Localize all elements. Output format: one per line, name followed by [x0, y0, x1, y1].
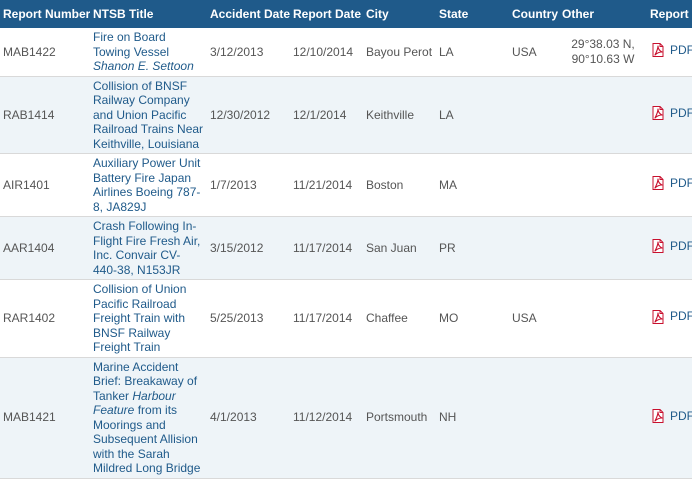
- other-coordinates: [559, 76, 647, 154]
- accident-date: 3/15/2012: [210, 240, 264, 255]
- pdf-link[interactable]: PDF: [650, 175, 692, 191]
- report-number: AIR1401: [3, 177, 50, 192]
- country: [509, 217, 559, 280]
- pdf-link[interactable]: PDF: [650, 105, 692, 121]
- accident-date: 3/12/2013: [210, 44, 264, 59]
- table-row: RAR1402 Collision of Union Pacific Railr…: [0, 280, 692, 358]
- header-report[interactable]: Report: [647, 0, 692, 28]
- report-cell: PDF: [647, 154, 692, 217]
- report-cell: PDF: [647, 357, 692, 478]
- report-date: 11/17/2014: [293, 311, 353, 325]
- country: USA: [512, 44, 537, 59]
- other-coordinates: 29°38.03 N, 90°10.63 W: [559, 28, 647, 76]
- report-date: 11/21/2014: [293, 177, 353, 192]
- city: Chaffee: [366, 311, 408, 325]
- header-other[interactable]: Other: [559, 0, 647, 28]
- pdf-icon: [652, 408, 664, 423]
- report-title-link[interactable]: Marine Accident Brief: Breakaway of Tank…: [90, 357, 207, 478]
- pdf-label: PDF: [670, 309, 692, 324]
- title-main: Collision of Union Pacific Railroad Frei…: [93, 282, 187, 354]
- pdf-label: PDF: [670, 239, 692, 253]
- header-country[interactable]: Country: [509, 0, 559, 28]
- header-accident-date[interactable]: Accident Date: [207, 0, 290, 28]
- report-date: 12/10/2014: [293, 44, 354, 59]
- other-line-1: 29°38.03 N,: [571, 37, 635, 52]
- report-cell: PDF: [647, 280, 692, 358]
- pdf-link[interactable]: PDF: [650, 238, 692, 254]
- report-number: MAB1422: [3, 44, 56, 59]
- pdf-icon: [652, 309, 664, 324]
- accident-date: 4/1/2013: [210, 410, 257, 425]
- report-date: 12/1/2014: [293, 107, 347, 122]
- pdf-link[interactable]: PDF: [650, 42, 692, 58]
- city: Boston: [366, 177, 404, 192]
- report-number: RAR1402: [3, 311, 56, 325]
- country: [509, 76, 559, 154]
- report-number: MAB1421: [3, 410, 56, 425]
- table-row: AAR1404 Crash Following In-Flight Fire F…: [0, 216, 692, 280]
- header-city[interactable]: City: [363, 0, 436, 28]
- pdf-link[interactable]: PDF: [650, 408, 692, 424]
- header-report-date[interactable]: Report Date: [290, 0, 363, 28]
- reports-table: Report Number NTSB Title Accident Date R…: [0, 0, 692, 479]
- title-main: Fire on Board Towing Vessel: [93, 30, 170, 59]
- accident-date: 1/7/2013: [210, 177, 257, 192]
- pdf-label: PDF: [670, 408, 692, 423]
- pdf-icon: [652, 43, 664, 57]
- title-vessel-name: Shanon E. Settoon: [93, 59, 194, 73]
- report-date: 11/12/2014: [293, 410, 353, 425]
- country: [509, 154, 559, 217]
- pdf-link[interactable]: PDF: [650, 309, 692, 325]
- title-main: Crash Following In-Flight Fire Fresh Air…: [93, 219, 201, 277]
- pdf-label: PDF: [670, 42, 692, 57]
- table-header-row: Report Number NTSB Title Accident Date R…: [0, 0, 692, 28]
- report-cell: PDF: [647, 217, 692, 280]
- header-title[interactable]: NTSB Title: [90, 0, 207, 28]
- pdf-label: PDF: [670, 105, 692, 120]
- title-main: Auxiliary Power Unit Battery Fire Japan …: [93, 156, 201, 214]
- report-date: 11/17/2014: [293, 240, 353, 255]
- report-title-link[interactable]: Crash Following In-Flight Fire Fresh Air…: [90, 217, 207, 280]
- report-title-link[interactable]: Collision of BNSF Railway Company and Un…: [90, 76, 207, 154]
- other-line-2: 90°10.63 W: [571, 51, 635, 66]
- pdf-icon: [652, 239, 664, 254]
- city: San Juan: [366, 240, 417, 255]
- table-row: MAB1422 Fire on Board Towing Vessel Shan…: [0, 28, 692, 76]
- report-title-link[interactable]: Auxiliary Power Unit Battery Fire Japan …: [90, 154, 207, 217]
- report-number: AAR1404: [3, 240, 55, 255]
- country: USA: [512, 311, 537, 325]
- report-cell: PDF: [647, 76, 692, 154]
- report-title-link[interactable]: Fire on Board Towing Vessel Shanon E. Se…: [90, 28, 207, 76]
- header-state[interactable]: State: [436, 0, 509, 28]
- other-coordinates: [559, 280, 647, 358]
- accident-date: 5/25/2013: [210, 311, 264, 325]
- country: [509, 357, 559, 478]
- report-number: RAB1414: [3, 107, 55, 122]
- city: Portsmouth: [366, 410, 428, 425]
- state: MO: [439, 311, 459, 325]
- state: PR: [439, 240, 456, 255]
- accident-date: 12/30/2012: [210, 107, 271, 122]
- table-row: AIR1401 Auxiliary Power Unit Battery Fir…: [0, 154, 692, 217]
- table-row: MAB1421 Marine Accident Brief: Breakaway…: [0, 357, 692, 478]
- header-report-number[interactable]: Report Number: [0, 0, 90, 28]
- state: LA: [439, 107, 454, 122]
- state: LA: [439, 44, 454, 59]
- pdf-icon: [652, 176, 664, 191]
- title-main: Collision of BNSF Railway Company and Un…: [93, 78, 204, 151]
- city: Keithville: [366, 107, 415, 122]
- other-coordinates: [559, 154, 647, 217]
- state: NH: [439, 410, 457, 425]
- report-title-link[interactable]: Collision of Union Pacific Railroad Frei…: [90, 280, 207, 358]
- report-cell: PDF: [647, 28, 692, 76]
- state: MA: [439, 177, 457, 192]
- city: Bayou Perot: [366, 44, 433, 59]
- pdf-icon: [652, 106, 664, 120]
- table-row: RAB1414 Collision of BNSF Railway Compan…: [0, 76, 692, 154]
- other-coordinates: [559, 357, 647, 478]
- pdf-label: PDF: [670, 176, 692, 190]
- other-coordinates: [559, 217, 647, 280]
